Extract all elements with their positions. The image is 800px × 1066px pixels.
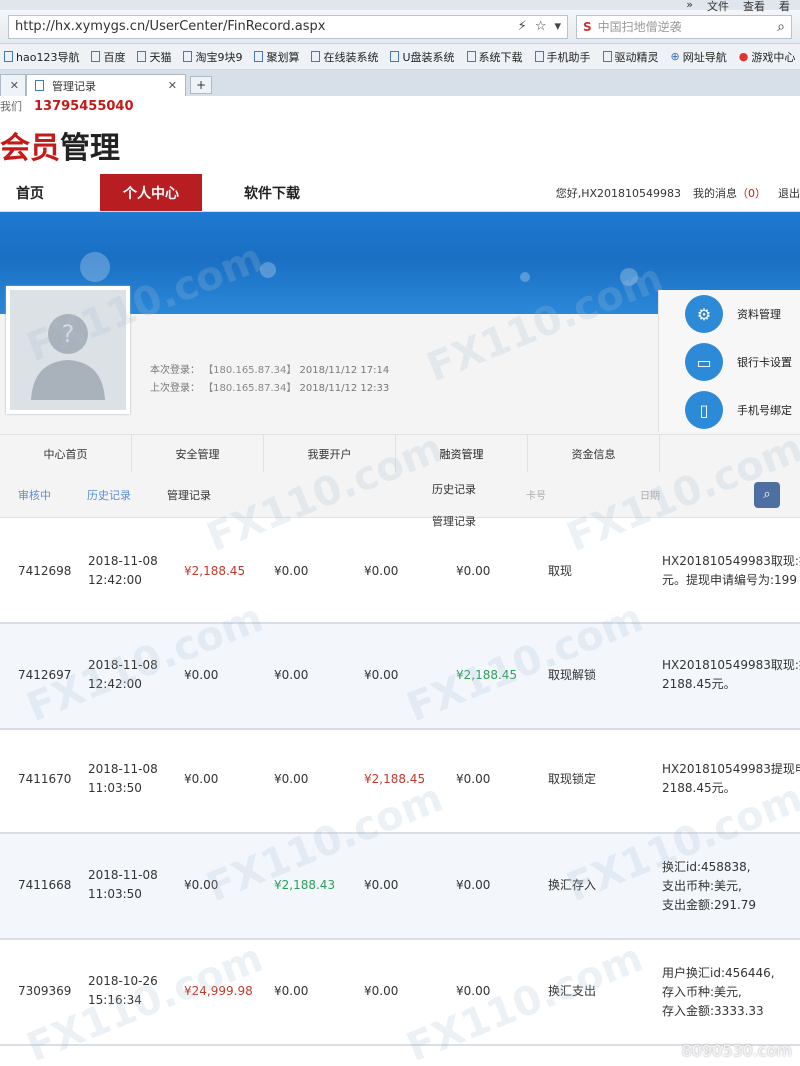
close-icon[interactable]: ✕ (10, 79, 19, 92)
logout-link[interactable]: 退出 (778, 185, 800, 201)
favorite-item[interactable]: 系统下载 (466, 49, 523, 65)
menu-file[interactable]: 文件 (707, 0, 729, 14)
avatar[interactable]: ? (6, 286, 130, 414)
favorite-item[interactable]: 天猫 (137, 49, 171, 65)
date-input[interactable]: 日期 (640, 487, 660, 502)
favorite-item[interactable]: 驱动精灵 (602, 49, 659, 65)
bookmark-icon (602, 51, 612, 62)
subnav-security[interactable]: 安全管理 (132, 435, 264, 472)
url-field[interactable]: http://hx.xymygs.cn/UserCenter/FinRecord… (8, 14, 568, 39)
favorite-item[interactable]: 淘宝9块9 (183, 49, 242, 65)
profile-panel: ? 本次登录： 【180.165.87.34】 2018/11/12 17:14… (0, 286, 800, 434)
favorite-item[interactable]: 百度 (91, 49, 125, 65)
finance-dropdown: 历史记录 管理记录 (396, 473, 526, 537)
filter-tab-management[interactable]: 管理记录 (149, 487, 229, 503)
filter-tab-pending[interactable]: 审核中 (0, 487, 69, 503)
tab-bar: ✕ 管理记录 ✕ + (0, 70, 800, 96)
profile-settings-button[interactable]: ⚙ 资料管理 (659, 290, 800, 338)
table-row: 7412698 2018-11-08 12:42:00 ¥2,188.45 ¥0.… (0, 532, 800, 624)
search-button[interactable]: ⌕ (754, 481, 780, 508)
user-center-subnav: 中心首页 安全管理 我要开户 融资管理 资金信息 历史记录 管理记录 (0, 434, 800, 528)
menu-chevron[interactable]: » (686, 0, 693, 14)
search-icon[interactable]: ⌕ (777, 19, 785, 35)
mobile-phone-icon: ▯ (685, 391, 723, 429)
nav-user-center[interactable]: 个人中心 (100, 174, 202, 211)
bookmark-icon (137, 51, 147, 62)
messages-link[interactable]: 我的消息（0） (693, 185, 766, 201)
brand-red-text: 会员 (0, 131, 60, 166)
user-settings-icon: ⚙ (685, 295, 723, 333)
main-nav: 首页 个人中心 软件下载 您好,HX201810549983 我的消息（0） 退… (0, 174, 800, 212)
favorite-item[interactable]: hao123导航 (4, 49, 79, 65)
os-top-strip: » 文件 查看 看 (0, 0, 800, 13)
bookmark-icon (91, 51, 101, 62)
records-table: 7412698 2018-11-08 12:42:00 ¥2,188.45 ¥0.… (0, 532, 800, 1046)
subnav-center-home[interactable]: 中心首页 (0, 435, 132, 472)
address-bar: http://hx.xymygs.cn/UserCenter/FinRecord… (0, 10, 800, 44)
url-text: http://hx.xymygs.cn/UserCenter/FinRecord… (15, 19, 326, 34)
table-row: 7309369 2018-10-26 15:16:34 ¥24,999.98 ¥0… (0, 940, 800, 1046)
credit-card-icon: ▭ (685, 343, 723, 381)
person-placeholder-icon: ? (31, 314, 105, 400)
star-icon[interactable]: ☆ (535, 19, 547, 34)
profile-side-actions: ⚙ 资料管理 ▭ 银行卡设置 ▯ 手机号绑定 (658, 290, 800, 432)
subnav-finance[interactable]: 融资管理 (396, 435, 528, 472)
tab-previous[interactable]: ✕ (0, 74, 26, 96)
globe-icon: ⊕ (670, 50, 680, 63)
bookmark-icon (183, 51, 193, 62)
search-placeholder: 中国扫地僧逆袭 (597, 20, 682, 34)
card-number-input[interactable]: 卡号 (526, 487, 546, 502)
tab-title: 管理记录 (52, 79, 96, 93)
favorite-item[interactable]: 聚划算 (254, 49, 299, 65)
bank-card-settings-button[interactable]: ▭ 银行卡设置 (659, 338, 800, 386)
browser-search-input[interactable]: S 中国扫地僧逆袭 ⌕ (576, 14, 792, 39)
favorite-item[interactable]: 手机助手 (534, 49, 591, 65)
table-row: 7411670 2018-11-08 11:03:50 ¥0.00 ¥0.00 ¥… (0, 730, 800, 834)
bookmark-icon (311, 51, 321, 62)
contact-label: 我们 (0, 100, 22, 113)
login-info: 本次登录： 【180.165.87.34】 2018/11/12 17:14 上… (150, 365, 390, 394)
page-icon (35, 80, 44, 91)
menu-view[interactable]: 查看 (743, 0, 765, 14)
subnav-open-account[interactable]: 我要开户 (264, 435, 396, 472)
messages-count: （0） (737, 186, 766, 200)
nav-software-download[interactable]: 软件下载 (202, 174, 342, 211)
dropdown-management[interactable]: 管理记录 (396, 505, 526, 537)
close-icon[interactable]: ✕ (168, 79, 177, 92)
bookmark-icon (466, 51, 476, 62)
svg-text:?: ? (62, 320, 75, 348)
contact-phone: 13795455040 (34, 98, 134, 114)
favorite-item[interactable]: ⊕ 网址导航 (671, 49, 727, 65)
bookmark-icon (4, 51, 13, 62)
search-icon: ⌕ (763, 487, 771, 502)
favorites-bar: hao123导航 百度 天猫 淘宝9块9 聚划算 在线装系统 U盘装系统 系统下… (0, 44, 800, 70)
chevron-down-icon[interactable]: ▾ (554, 19, 561, 34)
bookmark-icon (390, 51, 400, 62)
favorite-item[interactable]: ● 游戏中心 (739, 49, 796, 65)
table-row: 7411668 2018-11-08 11:03:50 ¥0.00 ¥2,188.… (0, 834, 800, 940)
bookmark-icon (254, 51, 264, 62)
lightning-icon[interactable]: ⚡ (518, 19, 527, 34)
phone-binding-button[interactable]: ▯ 手机号绑定 (659, 386, 800, 434)
footer-watermark: 8090530.com (681, 1041, 792, 1060)
filter-tab-history[interactable]: 历史记录 (69, 487, 149, 503)
user-info: 您好,HX201810549983 我的消息（0） 退出 (556, 174, 800, 211)
new-tab-button[interactable]: + (190, 76, 212, 94)
user-greeting: 您好,HX201810549983 (555, 186, 681, 200)
game-icon: ● (738, 50, 749, 63)
dropdown-history[interactable]: 历史记录 (396, 473, 526, 505)
subnav-funds-info[interactable]: 资金信息 (528, 435, 660, 472)
menu-more[interactable]: 看 (779, 0, 790, 14)
nav-home[interactable]: 首页 (0, 174, 100, 211)
brand-black-text: 管理 (60, 131, 120, 166)
search-engine-icon[interactable]: S (583, 20, 592, 34)
table-row: 7412697 2018-11-08 12:42:00 ¥0.00 ¥0.00 ¥… (0, 624, 800, 730)
site-brand: 会员 管理 (0, 116, 800, 174)
tab-active[interactable]: 管理记录 ✕ (26, 74, 186, 96)
favorite-item[interactable]: 在线装系统 (311, 49, 378, 65)
contact-bar: 我们 13795455040 (0, 96, 800, 116)
bookmark-icon (534, 51, 544, 62)
favorite-item[interactable]: U盘装系统 (390, 49, 455, 65)
